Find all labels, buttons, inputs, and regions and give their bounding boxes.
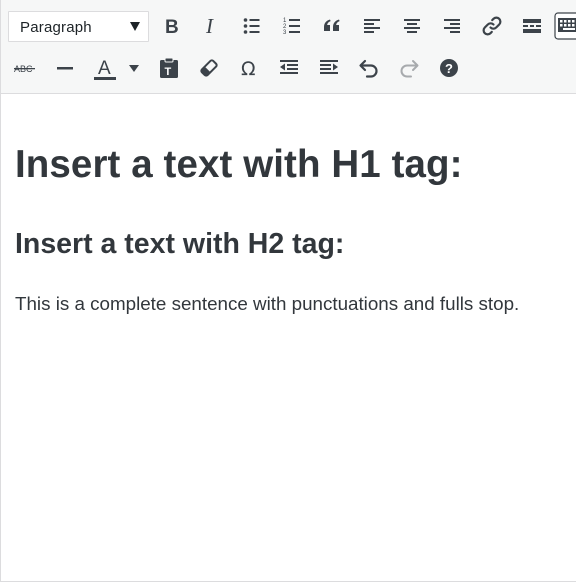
align-center-icon [404, 19, 420, 33]
text-color-dropdown-button[interactable] [122, 52, 146, 84]
strikethrough-icon: ABC [14, 64, 35, 74]
bold-icon: B [165, 17, 179, 36]
keyboard-icon [554, 12, 576, 40]
heading-1: Insert a text with H1 tag: [15, 143, 463, 186]
clear-formatting-button[interactable] [193, 52, 225, 84]
numbered-list-icon: 1 2 3 [283, 18, 300, 36]
indent-icon [320, 60, 338, 74]
blockquote-icon [324, 19, 340, 31]
help-button[interactable]: ? [433, 52, 465, 84]
increase-indent-button[interactable] [313, 52, 345, 84]
omega-icon: Ω [241, 58, 256, 79]
align-right-icon [444, 19, 460, 33]
svg-text:T: T [165, 66, 172, 78]
strikethrough-button[interactable]: ABC [9, 52, 41, 84]
read-more-icon [523, 19, 541, 33]
svg-text:3: 3 [283, 30, 287, 36]
chevron-down-icon [129, 65, 139, 72]
align-left-icon [364, 19, 380, 33]
svg-text:I: I [205, 16, 214, 36]
redo-button[interactable] [393, 52, 425, 84]
omega-label: Ω [241, 58, 256, 79]
link-icon [482, 16, 502, 36]
horizontal-line-icon [57, 67, 73, 70]
paragraph: This is a complete sentence with punctua… [15, 293, 520, 314]
toolbar-toggle-button[interactable] [554, 10, 576, 42]
bulleted-list-icon [243, 18, 260, 34]
eraser-icon [200, 59, 218, 77]
align-right-button[interactable] [436, 10, 468, 42]
toolbar-row-2: ABC A T Ω ? [1, 48, 576, 88]
undo-button[interactable] [353, 52, 385, 84]
insert-link-button[interactable] [476, 10, 508, 42]
horizontal-line-button[interactable] [49, 52, 81, 84]
numbered-list-button[interactable]: 1 2 3 [276, 10, 308, 42]
help-icon: ? [440, 59, 458, 77]
align-left-button[interactable] [356, 10, 388, 42]
heading-2: Insert a text with H2 tag: [15, 228, 345, 260]
bulleted-list-button[interactable] [236, 10, 268, 42]
chevron-down-icon [130, 22, 140, 31]
editor-toolbar: Paragraph B I 1 2 3 ABC A T Ω ? [1, 0, 576, 94]
blockquote-button[interactable] [316, 10, 348, 42]
text-color-label: A [98, 58, 111, 79]
toolbar-row-1: Paragraph B I 1 2 3 [1, 6, 576, 46]
svg-text:B: B [165, 17, 179, 36]
editor-content[interactable]: Insert a text with H1 tag: Insert a text… [1, 95, 576, 316]
align-center-button[interactable] [396, 10, 428, 42]
redo-icon [400, 60, 419, 78]
format-select-value: Paragraph [20, 19, 92, 36]
paste-as-text-button[interactable]: T [153, 52, 185, 84]
bold-button[interactable]: B [156, 10, 188, 42]
editor: Paragraph B I 1 2 3 ABC A T Ω ? Insert a… [0, 0, 576, 582]
clipboard-icon: T [160, 57, 178, 78]
read-more-button[interactable] [516, 10, 548, 42]
decrease-indent-button[interactable] [273, 52, 305, 84]
help-label: ? [445, 61, 453, 76]
text-color-icon: A [94, 58, 116, 80]
text-color-button[interactable]: A [89, 52, 121, 84]
undo-icon [359, 59, 378, 78]
italic-icon: I [205, 16, 214, 36]
special-character-button[interactable]: Ω [233, 52, 265, 84]
italic-button[interactable]: I [196, 10, 228, 42]
format-select[interactable]: Paragraph [8, 11, 149, 42]
outdent-icon [280, 60, 298, 74]
